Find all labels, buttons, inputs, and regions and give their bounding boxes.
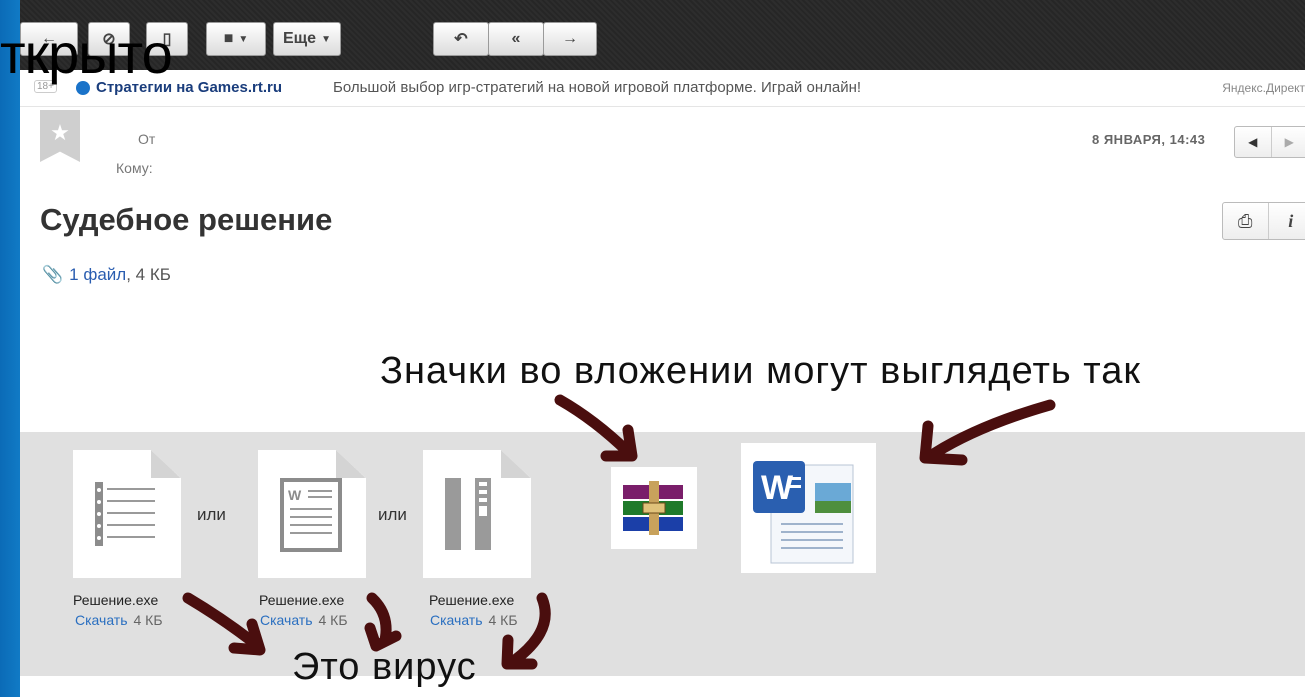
message-nav: ◀ ▶ bbox=[1234, 126, 1305, 158]
prev-message-button[interactable]: ◀ bbox=[1235, 127, 1271, 157]
bottom-strip bbox=[20, 676, 1305, 697]
attachment-card[interactable] bbox=[73, 450, 181, 578]
ad-line: 18+ Стратегии на Games.rt.ru Большой выб… bbox=[20, 70, 1305, 107]
ms-word-document-icon: W bbox=[741, 443, 876, 573]
move-folder-button[interactable]: ■ ▼ bbox=[206, 22, 266, 56]
attachment-card[interactable]: W bbox=[258, 450, 366, 578]
attachment-size: 4 КБ bbox=[318, 612, 348, 628]
attachments-link[interactable]: 1 файл bbox=[69, 265, 126, 284]
forward-button[interactable]: → bbox=[543, 22, 597, 56]
virus-note: Это вирус bbox=[292, 646, 477, 688]
attachment-actions: Скачать 4 КБ bbox=[430, 612, 518, 628]
attachment-actions: Скачать 4 КБ bbox=[260, 612, 348, 628]
next-message-button[interactable]: ▶ bbox=[1270, 127, 1305, 157]
attachment-name: Решение.exe bbox=[429, 592, 515, 608]
info-icon[interactable]: i bbox=[1267, 203, 1305, 239]
slide-caption: Значки во вложении могут выглядеть так bbox=[380, 350, 1141, 392]
reply-icon: ↶ bbox=[454, 31, 468, 48]
download-link[interactable]: Скачать bbox=[75, 612, 128, 628]
reply-all-icon: « bbox=[511, 30, 521, 47]
download-link[interactable]: Скачать bbox=[430, 612, 483, 628]
attachment-size: 4 КБ bbox=[133, 612, 163, 628]
chevron-down-icon: ▼ bbox=[238, 33, 249, 45]
star-bookmark-icon[interactable]: ★ bbox=[40, 110, 80, 162]
print-icon[interactable]: ⎙ bbox=[1223, 203, 1268, 239]
chevron-down-icon: ▼ bbox=[321, 33, 331, 45]
attachment-actions: Скачать 4 КБ bbox=[75, 612, 163, 628]
message-subject: Судебное решение bbox=[40, 202, 333, 237]
from-label: От bbox=[138, 131, 156, 147]
or-label: или bbox=[197, 505, 226, 524]
slide-title-fragment: ткрыто bbox=[0, 22, 173, 85]
reply-button[interactable]: ↶ bbox=[433, 22, 489, 56]
ad-text: Большой выбор игр-стратегий на новой игр… bbox=[333, 79, 862, 96]
attachments-summary: 📎 1 файл, 4 КБ bbox=[42, 265, 171, 285]
attachment-name: Решение.exe bbox=[259, 592, 345, 608]
mail-window: ← ⊘ ▯ ■ ▼ Еще ▼ ↶ « → 18+ Стратегии на Gam… bbox=[20, 0, 1305, 697]
or-label: или bbox=[378, 505, 407, 524]
download-link[interactable]: Скачать bbox=[260, 612, 313, 628]
message-tools: ⎙ i bbox=[1222, 202, 1305, 240]
attachment-size: 4 КБ bbox=[488, 612, 518, 628]
more-button[interactable]: Еще ▼ bbox=[273, 22, 341, 56]
mail-toolbar: ← ⊘ ▯ ■ ▼ Еще ▼ ↶ « → bbox=[20, 0, 1305, 70]
winrar-archive-icon bbox=[611, 467, 697, 549]
message-date: 8 ЯНВАРЯ, 14:43 bbox=[1092, 132, 1206, 147]
attachment-card[interactable] bbox=[423, 450, 531, 578]
to-label: Кому: bbox=[116, 160, 153, 176]
attachments-size: , 4 КБ bbox=[126, 265, 171, 284]
attachment-name: Решение.exe bbox=[73, 592, 159, 608]
paperclip-icon: 📎 bbox=[42, 265, 64, 284]
ad-source[interactable]: Яндекс.Директ bbox=[1222, 81, 1305, 95]
forward-icon: → bbox=[562, 30, 578, 47]
more-label: Еще bbox=[283, 30, 317, 47]
svg-text:W: W bbox=[288, 487, 302, 503]
reply-all-button[interactable]: « bbox=[488, 22, 544, 56]
folder-icon: ■ bbox=[223, 30, 234, 47]
